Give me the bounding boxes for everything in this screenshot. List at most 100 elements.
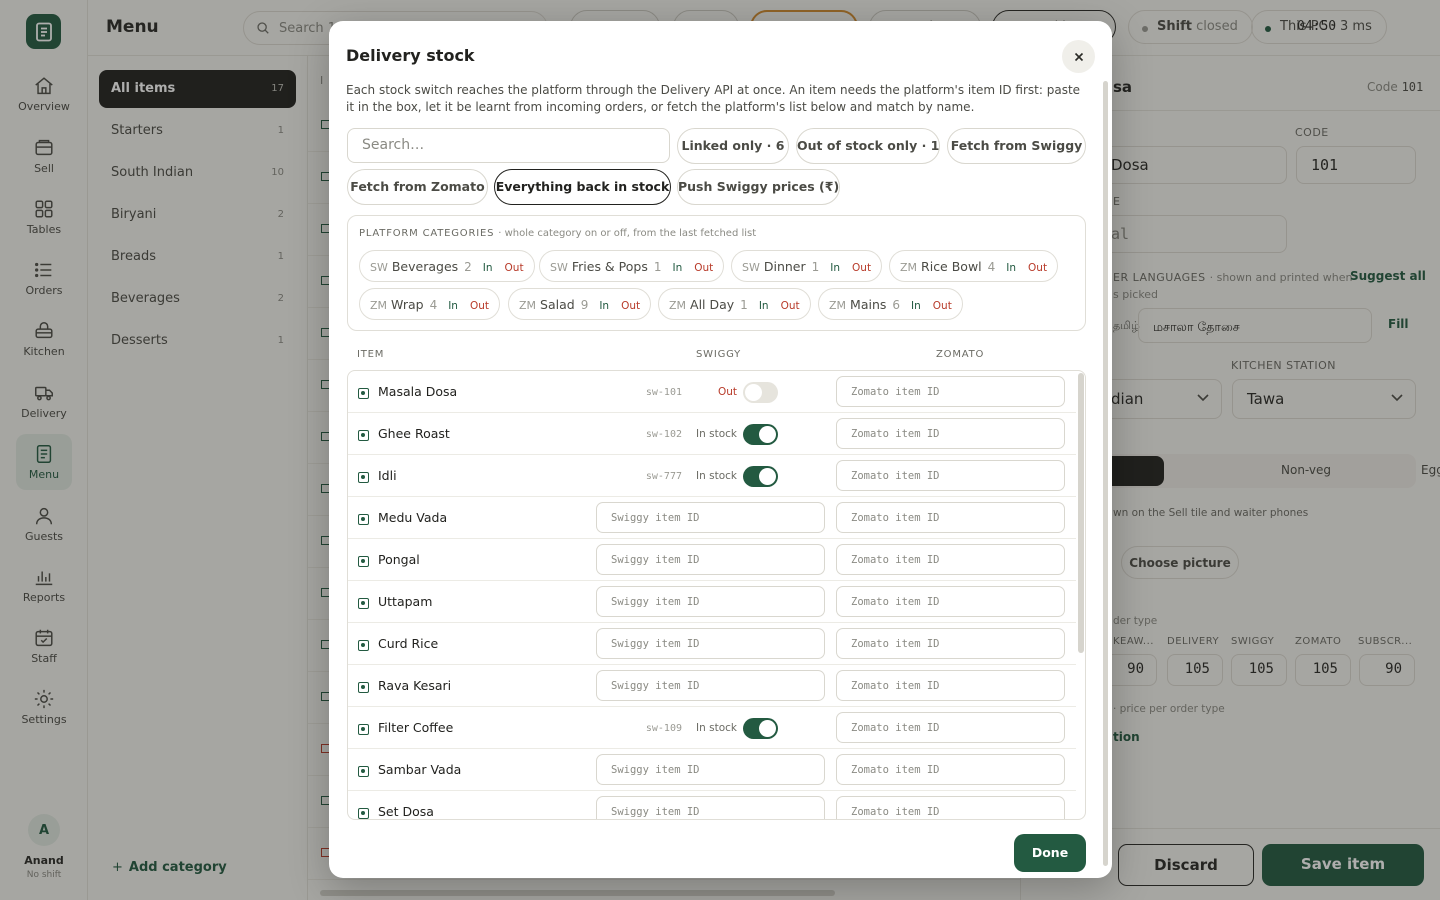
category-in-button[interactable]: In [911, 300, 921, 312]
item-name: Pongal [378, 552, 420, 567]
platform-code: ZM [669, 299, 687, 312]
veg-mark-icon [358, 598, 369, 609]
stock-toggle[interactable] [743, 718, 778, 739]
dialog-scrollbar[interactable] [1103, 81, 1108, 866]
zomato-id-input[interactable]: Zomato item ID [836, 544, 1065, 575]
table-row: Curd Rice Swiggy item ID Zomato item ID [348, 623, 1076, 665]
platform-category-name: Wrap [391, 297, 424, 312]
item-name: Idli [378, 468, 397, 483]
platform-category-name: Salad [540, 297, 575, 312]
category-in-button[interactable]: In [759, 300, 769, 312]
platform-category-chip: ZM Rice Bowl 4 In Out [889, 250, 1059, 282]
everything-back-in-stock-button[interactable]: Everything back in stock [494, 169, 671, 205]
category-out-button[interactable]: Out [470, 300, 489, 312]
close-icon [1074, 52, 1083, 61]
table-row: Idli sw-777 In stock Zomato item ID [348, 455, 1076, 497]
swiggy-id: sw-109 [645, 723, 682, 734]
zomato-id-input[interactable]: Zomato item ID [836, 586, 1065, 617]
category-out-button[interactable]: Out [505, 262, 524, 274]
veg-mark-icon [358, 682, 369, 693]
veg-mark-icon [358, 514, 369, 525]
dialog-description: Each stock switch reaches the platform t… [346, 83, 1081, 114]
fetch-swiggy-button[interactable]: Fetch from Swiggy [947, 128, 1086, 164]
column-header-item: ITEM [357, 349, 385, 360]
close-button[interactable] [1062, 40, 1095, 73]
platform-categories-header: PLATFORM CATEGORIES · whole category on … [359, 228, 756, 239]
category-in-button[interactable]: In [830, 262, 840, 274]
zomato-id-input[interactable]: Zomato item ID [836, 712, 1065, 743]
platform-code: SW [742, 261, 760, 274]
stock-state: Out [717, 386, 737, 398]
category-out-button[interactable]: Out [933, 300, 952, 312]
platform-code: ZM [900, 261, 918, 274]
zomato-id-input[interactable]: Zomato item ID [836, 754, 1065, 785]
stock-state: In stock [696, 470, 737, 482]
swiggy-id-input[interactable]: Swiggy item ID [596, 544, 825, 575]
platform-category-name: Beverages [391, 259, 459, 274]
category-in-button[interactable]: In [599, 300, 609, 312]
out-of-stock-filter[interactable]: Out of stock only · 1 [796, 128, 940, 164]
stock-table: Masala Dosa sw-101 Out Zomato item ID Gh… [347, 370, 1086, 820]
category-out-button[interactable]: Out [852, 262, 871, 274]
stock-toggle[interactable] [743, 382, 778, 403]
category-out-button[interactable]: Out [1028, 262, 1047, 274]
delivery-stock-dialog: Delivery stock Each stock switch reaches… [329, 21, 1112, 878]
platform-code: SW [550, 261, 568, 274]
platform-category-name: Dinner [763, 259, 806, 274]
zomato-id-input[interactable]: Zomato item ID [836, 418, 1065, 449]
fetch-zomato-button[interactable]: Fetch from Zomato [347, 169, 488, 205]
swiggy-id: sw-101 [645, 387, 682, 398]
table-row: Set Dosa Swiggy item ID Zomato item ID [348, 791, 1076, 819]
linked-only-filter[interactable]: Linked only · 6 [677, 128, 789, 164]
swiggy-id-input[interactable]: Swiggy item ID [596, 502, 825, 533]
category-out-button[interactable]: Out [694, 262, 713, 274]
stock-toggle[interactable] [743, 424, 778, 445]
veg-mark-icon [358, 808, 369, 819]
zomato-id-input[interactable]: Zomato item ID [836, 628, 1065, 659]
platform-code: ZM [519, 299, 537, 312]
zomato-id-input[interactable]: Zomato item ID [836, 670, 1065, 701]
item-name: Sambar Vada [378, 762, 462, 777]
done-button[interactable]: Done [1014, 834, 1086, 872]
zomato-id-input[interactable]: Zomato item ID [836, 460, 1065, 491]
table-row: Medu Vada Swiggy item ID Zomato item ID [348, 497, 1076, 539]
veg-mark-icon [358, 472, 369, 483]
platform-category-chip: SW Fries & Pops 1 In Out [539, 250, 725, 282]
stock-toggle[interactable] [743, 466, 778, 487]
platform-category-count: 2 [464, 260, 472, 274]
zomato-id-input[interactable]: Zomato item ID [836, 796, 1065, 819]
swiggy-id-input[interactable]: Swiggy item ID [596, 628, 825, 659]
item-search-input[interactable]: Search… [347, 128, 670, 163]
category-in-button[interactable]: In [483, 262, 493, 274]
swiggy-id-input[interactable]: Swiggy item ID [596, 670, 825, 701]
column-header-swiggy: SWIGGY [696, 349, 742, 360]
table-scrollbar[interactable] [1078, 373, 1084, 653]
category-in-button[interactable]: In [672, 262, 682, 274]
platform-category-name: Fries & Pops [571, 259, 648, 274]
category-in-button[interactable]: In [1006, 262, 1016, 274]
platform-header-text: PLATFORM CATEGORIES [359, 228, 495, 239]
table-row: Filter Coffee sw-109 In stock Zomato ite… [348, 707, 1076, 749]
item-name: Set Dosa [378, 804, 434, 819]
table-row: Uttapam Swiggy item ID Zomato item ID [348, 581, 1076, 623]
category-out-button[interactable]: Out [621, 300, 640, 312]
platform-category-name: Rice Bowl [921, 259, 982, 274]
platform-code: SW [370, 261, 388, 274]
category-in-button[interactable]: In [448, 300, 458, 312]
stock-state: In stock [696, 722, 737, 734]
platform-categories-panel: PLATFORM CATEGORIES · whole category on … [347, 215, 1086, 331]
platform-code: ZM [370, 299, 388, 312]
swiggy-id-input[interactable]: Swiggy item ID [596, 586, 825, 617]
platform-category-count: 1 [653, 260, 662, 274]
category-out-button[interactable]: Out [781, 300, 800, 312]
stock-state: In stock [696, 428, 737, 440]
platform-sub-text: · whole category on or off, from the las… [498, 228, 757, 239]
zomato-id-input[interactable]: Zomato item ID [836, 502, 1065, 533]
table-row: Masala Dosa sw-101 Out Zomato item ID [348, 371, 1076, 413]
push-swiggy-prices-button[interactable]: Push Swiggy prices (₹) [677, 169, 840, 205]
platform-category-count: 6 [892, 298, 901, 312]
swiggy-id-input[interactable]: Swiggy item ID [596, 754, 825, 785]
swiggy-id-input[interactable]: Swiggy item ID [596, 796, 825, 819]
zomato-id-input[interactable]: Zomato item ID [836, 376, 1065, 407]
platform-category-chip: SW Beverages 2 In Out [359, 250, 535, 282]
